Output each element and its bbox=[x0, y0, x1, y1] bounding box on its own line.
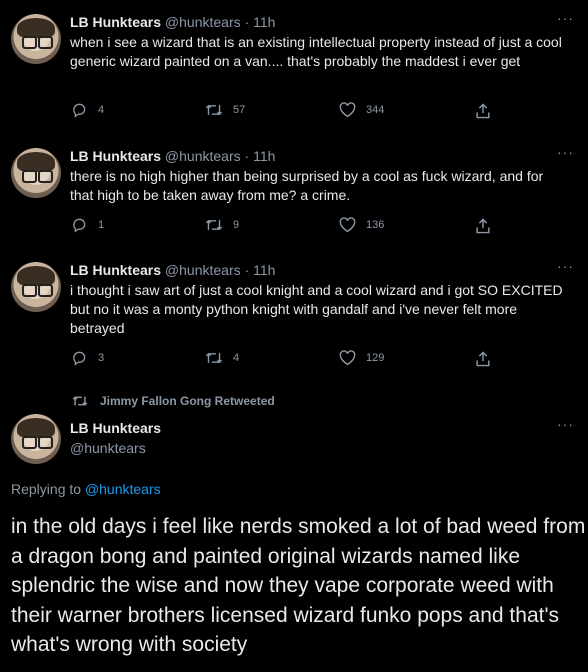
author-name[interactable]: LB Hunktears bbox=[70, 148, 161, 164]
like-button[interactable]: 129 bbox=[339, 350, 384, 366]
retweet-small-icon bbox=[72, 396, 88, 406]
tweet-header: LB Hunktears @hunktears · 11h bbox=[70, 148, 275, 164]
more-icon[interactable]: ··· bbox=[557, 258, 574, 274]
tweet-text: there is no high higher than being surpr… bbox=[70, 168, 544, 203]
main-tweet-text: in the old days i feel like nerds smoked… bbox=[11, 515, 586, 656]
share-icon bbox=[476, 218, 490, 234]
reply-count: 4 bbox=[98, 104, 105, 116]
reply-count: 3 bbox=[98, 352, 105, 364]
main-author-handle-line: @hunktears bbox=[70, 440, 146, 456]
retweet-button[interactable]: 4 bbox=[205, 350, 239, 366]
like-icon bbox=[339, 350, 356, 366]
author-handle[interactable]: @hunktears bbox=[165, 14, 241, 30]
tweet-actions: 3 4 129 bbox=[72, 350, 512, 370]
tweet-actions: 1 9 136 bbox=[72, 217, 512, 237]
avatar[interactable] bbox=[11, 148, 61, 198]
tweet-header: LB Hunktears @hunktears · 11h bbox=[70, 14, 275, 30]
retweet-icon bbox=[205, 219, 223, 231]
main-author-name-line: LB Hunktears bbox=[70, 420, 161, 436]
tweet-header: LB Hunktears @hunktears · 11h bbox=[70, 262, 275, 278]
tweet-time[interactable]: · 11h bbox=[245, 148, 276, 164]
avatar[interactable] bbox=[11, 14, 61, 64]
share-icon bbox=[476, 103, 490, 119]
reply-button[interactable]: 4 bbox=[72, 102, 104, 118]
more-icon[interactable]: ··· bbox=[557, 416, 574, 432]
reply-icon bbox=[73, 218, 86, 233]
share-button[interactable] bbox=[475, 350, 491, 368]
like-button[interactable]: 136 bbox=[339, 217, 384, 233]
like-count: 344 bbox=[366, 104, 385, 116]
share-button[interactable] bbox=[475, 102, 491, 120]
replying-prefix: Replying to bbox=[11, 481, 82, 497]
like-icon bbox=[339, 102, 356, 118]
reply-icon bbox=[73, 103, 86, 118]
like-count: 129 bbox=[366, 352, 385, 364]
author-name[interactable]: LB Hunktears bbox=[70, 420, 161, 436]
retweeted-banner[interactable]: Jimmy Fallon Gong Retweeted bbox=[72, 394, 275, 408]
retweet-button[interactable]: 9 bbox=[205, 217, 239, 233]
retweeted-by-label: Jimmy Fallon Gong Retweeted bbox=[100, 394, 275, 408]
reply-icon bbox=[73, 351, 86, 366]
replying-to-link[interactable]: @hunktears bbox=[85, 481, 161, 497]
tweet-time[interactable]: · 11h bbox=[245, 262, 276, 278]
author-handle[interactable]: @hunktears bbox=[165, 148, 241, 164]
author-handle[interactable]: @hunktears bbox=[70, 440, 146, 456]
retweet-icon bbox=[205, 352, 223, 364]
avatar[interactable] bbox=[11, 414, 61, 464]
more-icon[interactable]: ··· bbox=[557, 10, 574, 26]
reply-count: 1 bbox=[98, 219, 105, 231]
like-count: 136 bbox=[366, 219, 385, 231]
retweet-count: 57 bbox=[233, 104, 246, 116]
share-button[interactable] bbox=[475, 217, 491, 235]
like-icon bbox=[339, 217, 356, 233]
tweet-text: i thought i saw art of just a cool knigh… bbox=[70, 282, 563, 336]
reply-button[interactable]: 3 bbox=[72, 350, 104, 366]
retweet-count: 9 bbox=[233, 219, 240, 231]
retweet-count: 4 bbox=[233, 352, 240, 364]
author-handle[interactable]: @hunktears bbox=[165, 262, 241, 278]
author-name[interactable]: LB Hunktears bbox=[70, 262, 161, 278]
reply-button[interactable]: 1 bbox=[72, 217, 104, 233]
tweet-actions: 4 57 344 bbox=[72, 102, 512, 122]
tweet-text: when i see a wizard that is an existing … bbox=[70, 34, 562, 69]
replying-to: Replying to @hunktears bbox=[11, 481, 161, 497]
retweet-icon bbox=[205, 104, 223, 116]
like-button[interactable]: 344 bbox=[339, 102, 384, 118]
avatar[interactable] bbox=[11, 262, 61, 312]
more-icon[interactable]: ··· bbox=[557, 144, 574, 160]
retweet-button[interactable]: 57 bbox=[205, 102, 245, 118]
tweet-time[interactable]: · 11h bbox=[245, 14, 276, 30]
share-icon bbox=[476, 351, 490, 367]
author-name[interactable]: LB Hunktears bbox=[70, 14, 161, 30]
